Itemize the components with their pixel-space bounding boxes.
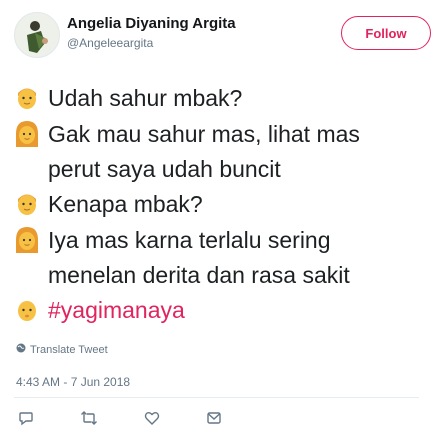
baby-emoji-icon bbox=[14, 296, 42, 326]
man-emoji-icon bbox=[14, 190, 42, 220]
tweet-header: Angelia Diyaning Argita @Angeleeargita F… bbox=[14, 12, 431, 60]
line-text: menelan derita dan rasa sakit bbox=[48, 262, 350, 288]
tweet-line: menelan derita dan rasa sakit bbox=[14, 258, 424, 292]
line-text: Iya mas karna terlalu sering bbox=[48, 227, 331, 253]
woman-emoji-icon bbox=[14, 226, 42, 256]
tweet-line: Gak mau sahur mas, lihat mas bbox=[14, 116, 424, 152]
tweet-line: Iya mas karna terlalu sering bbox=[14, 222, 424, 258]
tweet-line: Udah sahur mbak? bbox=[14, 80, 424, 116]
translate-tweet-link[interactable]: Translate Tweet bbox=[16, 343, 108, 356]
hashtag-link[interactable]: #yagimanaya bbox=[48, 292, 185, 328]
author-name[interactable]: Angelia Diyaning Argita bbox=[67, 15, 236, 32]
like-icon[interactable] bbox=[142, 408, 162, 428]
retweet-icon[interactable] bbox=[79, 408, 99, 428]
tweet-text: Udah sahur mbak? Gak mau sahur mas, liha… bbox=[14, 80, 424, 328]
globe-icon bbox=[16, 343, 26, 356]
tweet-actions bbox=[14, 408, 314, 428]
avatar[interactable] bbox=[14, 12, 60, 58]
message-icon[interactable] bbox=[204, 408, 224, 428]
translate-label: Translate Tweet bbox=[30, 343, 108, 356]
author-handle[interactable]: @Angeleeargita bbox=[67, 36, 153, 50]
tweet-line: perut saya udah buncit bbox=[14, 152, 424, 186]
tweet-line: #yagimanaya bbox=[14, 292, 424, 328]
divider bbox=[14, 397, 419, 398]
tweet-timestamp[interactable]: 4:43 AM - 7 Jun 2018 bbox=[16, 375, 130, 389]
line-text: perut saya udah buncit bbox=[48, 156, 281, 182]
reply-icon[interactable] bbox=[16, 408, 36, 428]
line-text: Kenapa mbak? bbox=[48, 191, 203, 217]
woman-emoji-icon bbox=[14, 120, 42, 150]
man-emoji-icon bbox=[14, 84, 42, 114]
follow-button[interactable]: Follow bbox=[341, 16, 431, 50]
line-text: Udah sahur mbak? bbox=[48, 85, 243, 111]
line-text: Gak mau sahur mas, lihat mas bbox=[48, 121, 360, 147]
tweet-line: Kenapa mbak? bbox=[14, 186, 424, 222]
